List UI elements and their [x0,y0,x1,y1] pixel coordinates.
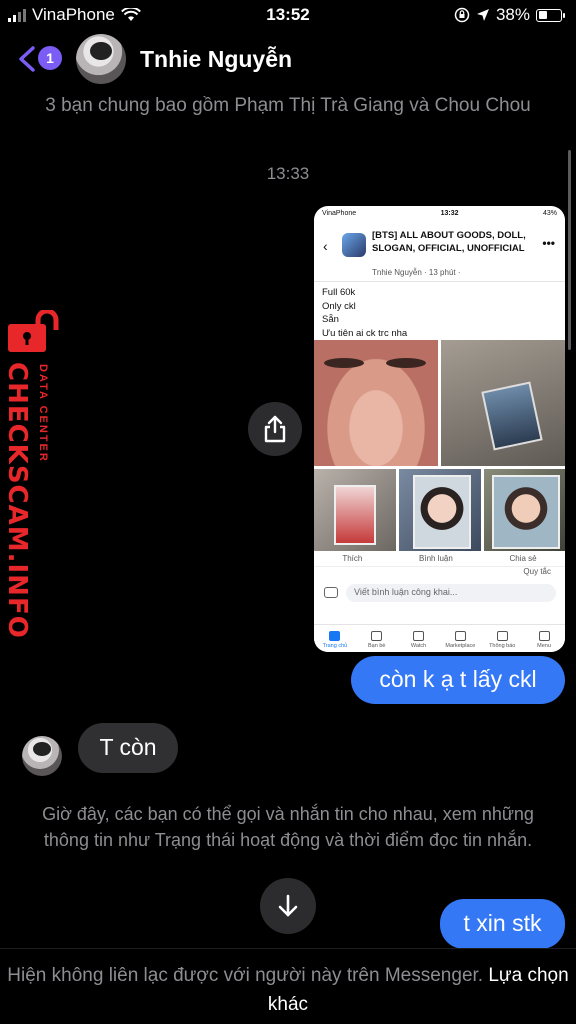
scroll-down-button[interactable] [260,878,316,934]
tab-notifications: Thông báo [484,631,520,652]
comment-placeholder: Viết bình luận công khai... [346,584,556,602]
back-chevron-icon[interactable] [16,46,38,72]
location-icon [476,9,489,21]
screenshot-carrier: VinaPhone [322,209,357,217]
watch-icon [413,631,425,641]
tab-watch: Watch [401,631,437,652]
mutual-friends-info: 3 bạn chung bao gồm Phạm Thị Trà Giang v… [45,95,531,116]
watermark-sub: DATA CENTER [37,364,49,463]
post-author: Tnhie Nguyễn · 13 phút · [372,268,461,277]
comment-box: Viết bình luận công khai... [314,581,565,605]
watermark-brand: CHECKSCAM.INFO [2,362,32,639]
orientation-lock-icon [454,7,470,23]
post-line: Only ckl [322,300,356,312]
arrow-down-icon [278,894,298,917]
message-timestamp: 13:33 [266,164,310,183]
outgoing-message[interactable]: còn k ạ t lấy ckl [351,656,565,704]
battery-percent: 38% [495,5,530,24]
conversation-header: 1 Tnhie Nguyễn [0,30,576,90]
shared-screenshot-image[interactable]: VinaPhone 13:32 43% ‹ [BTS] ALL ABOUT GO… [314,206,565,652]
group-name: [BTS] ALL ABOUT GOODS, DOLL, SLOGAN, OFF… [372,230,526,254]
post-photo [441,340,565,466]
camera-icon [324,587,338,598]
contact-avatar[interactable] [76,34,126,84]
screenshot-tab-bar: Trang chủ Bạn bè Watch Marketplace Thông… [314,624,565,652]
contact-avatar-small[interactable] [22,736,62,776]
menu-icon [538,631,550,641]
screenshot-status-bar: VinaPhone 13:32 43% [314,206,565,220]
footer-text: Hiện không liên lạc được với người này t… [7,965,484,986]
status-bar: VinaPhone 13:52 38% [0,0,576,30]
post-photo [484,469,565,551]
screenshot-battery: 43% [542,209,557,217]
tab-marketplace: Marketplace [442,631,478,652]
checkscam-watermark: CHECKSCAM.INFO DATA CENTER [0,310,70,639]
more-icon: ••• [542,236,555,250]
tab-friends: Bạn bè [359,631,395,652]
post-photo [314,340,438,466]
post-actions: Thích Bình luận Chia sẻ [314,551,565,567]
marketplace-icon [454,631,466,641]
like-action: Thích [342,554,363,563]
incoming-message[interactable]: T còn [78,723,178,773]
screenshot-post-header: ‹ [BTS] ALL ABOUT GOODS, DOLL, SLOGAN, O… [314,220,565,282]
battery-icon [536,8,565,22]
share-icon [264,415,286,443]
group-avatar [342,233,366,257]
unavailable-footer: Hiện không liên lạc được với người này t… [0,948,576,1024]
post-photos [314,340,565,551]
post-photo [314,469,396,551]
rules-link: Quy tắc [523,567,551,576]
friends-icon [371,631,383,641]
tab-home: Trang chủ [317,631,353,652]
scrollbar[interactable] [568,150,571,350]
connection-info: Giờ đây, các bạn có thể gọi và nhắn tin … [42,804,534,850]
contact-name[interactable]: Tnhie Nguyễn [140,46,292,73]
post-line: Full 60k [322,287,356,298]
post-line: Ưu tiên ai ck trc nha [322,327,408,339]
share-button[interactable] [248,402,302,456]
post-text: Full 60k Only ckl Sẵn Ưu tiên ai ck trc … [314,282,565,340]
post-line: Sẵn [322,314,339,325]
status-right: 38% [454,5,565,25]
post-photo [399,469,481,551]
screenshot-time: 13:32 [440,209,459,217]
lock-icon [8,310,59,352]
screenshot-back-icon: ‹ [323,238,328,254]
unread-badge[interactable]: 1 [38,46,62,70]
tab-menu: Menu [526,631,562,652]
bell-icon [496,631,508,641]
outgoing-message[interactable]: t xin stk [440,899,565,949]
home-icon [329,631,341,641]
comment-action: Bình luận [419,554,453,563]
share-action: Chia sẻ [509,554,537,563]
